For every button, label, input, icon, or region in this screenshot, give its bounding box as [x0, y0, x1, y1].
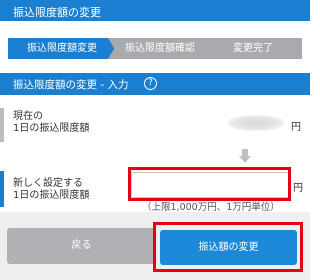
new-unit: 円 — [293, 183, 303, 194]
new-limit-label: 新しく設定する 1日の振込限度額 — [13, 178, 89, 202]
button-highlight-frame — [153, 222, 303, 272]
new-row-marker — [0, 171, 4, 207]
current-limit-label: 現在の 1日の振込限度額 — [13, 111, 89, 135]
new-label-line1: 新しく設定する — [13, 178, 83, 189]
current-row-marker — [0, 108, 4, 142]
step-2: 振込限度額確認 — [108, 38, 212, 59]
current-label-line1: 現在の — [13, 111, 43, 122]
input-highlight-frame — [128, 167, 291, 201]
section-title: 振込限度額の変更 - 入力 — [13, 79, 129, 91]
question-icon[interactable]: ? — [144, 77, 157, 90]
step-3: 変更完了 — [204, 38, 302, 59]
current-limit-value-masked — [228, 115, 284, 131]
step-indicator: 振込限度額変更 振込限度額確認 変更完了 — [8, 38, 302, 59]
new-label-line2: 1日の振込限度額 — [13, 190, 90, 201]
back-button[interactable]: 戻る — [7, 228, 156, 264]
limit-note: （上限1,000万円、1万円単位） — [142, 202, 280, 213]
current-label-line2: 1日の振込限度額 — [13, 123, 90, 134]
arrow-down-icon — [239, 149, 251, 163]
section-header: 振込限度額の変更 - 入力 ? — [0, 73, 310, 95]
current-unit: 円 — [291, 122, 301, 133]
step-1-active: 振込限度額変更 — [8, 38, 116, 59]
page-header: 振込限度額の変更 — [0, 0, 310, 21]
page-title: 振込限度額の変更 — [13, 6, 101, 19]
